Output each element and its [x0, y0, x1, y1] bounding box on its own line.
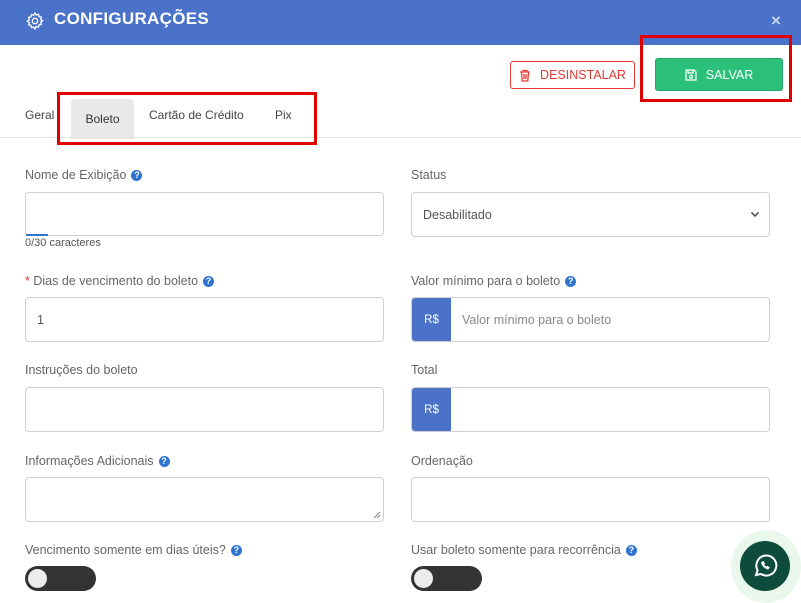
input-focus-indicator	[26, 234, 48, 236]
gear-icon	[26, 11, 44, 31]
total-input[interactable]: R$	[411, 387, 770, 432]
min-value-placeholder: Valor mínimo para o boleto	[462, 313, 612, 327]
business-days-toggle[interactable]	[25, 566, 96, 591]
additional-info-label: Informações Adicionais ?	[25, 454, 170, 468]
highlight-box-save	[640, 35, 792, 102]
modal-title: CONFIGURAÇÕES	[54, 9, 210, 28]
additional-info-textarea[interactable]	[25, 477, 384, 522]
display-name-label: Nome de Exibição ?	[25, 168, 143, 182]
display-name-input[interactable]	[25, 192, 384, 236]
toggle-knob	[414, 569, 433, 588]
business-days-label: Vencimento somente em dias úteis? ?	[25, 543, 242, 557]
close-button[interactable]: ×	[771, 11, 781, 31]
status-label: Status	[411, 168, 447, 182]
help-icon[interactable]: ?	[158, 455, 170, 467]
character-counter: 0/30 caracteres	[25, 237, 101, 249]
tab-geral[interactable]: Geral	[25, 108, 54, 122]
min-value-label: Valor mínimo para o boleto ?	[411, 274, 577, 288]
required-mark: *	[25, 274, 30, 288]
currency-prefix: R$	[412, 388, 451, 431]
min-value-input[interactable]: R$ Valor mínimo para o boleto	[411, 297, 770, 342]
due-days-label: * Dias de vencimento do boleto ?	[25, 274, 215, 288]
highlight-box-tabs	[57, 92, 317, 145]
help-icon[interactable]: ?	[230, 544, 242, 556]
uninstall-label: DESINSTALAR	[540, 68, 626, 82]
help-icon[interactable]: ?	[625, 544, 637, 556]
recurrence-only-label: Usar boleto somente para recorrência ?	[411, 543, 637, 557]
currency-prefix: R$	[412, 298, 451, 341]
help-icon[interactable]: ?	[565, 275, 577, 287]
uninstall-button[interactable]: DESINSTALAR	[510, 61, 635, 89]
whatsapp-button[interactable]	[740, 541, 790, 591]
instructions-input[interactable]	[25, 387, 384, 432]
whatsapp-icon	[754, 554, 778, 577]
help-icon[interactable]: ?	[131, 169, 143, 181]
due-days-input[interactable]: 1	[25, 297, 384, 342]
toggle-knob	[28, 569, 47, 588]
total-label: Total	[411, 363, 438, 377]
ordering-label: Ordenação	[411, 454, 473, 468]
status-select[interactable]: Desabilitado	[411, 192, 770, 237]
trash-icon	[520, 69, 531, 82]
resize-handle-icon[interactable]	[373, 511, 381, 519]
recurrence-only-toggle[interactable]	[411, 566, 482, 591]
ordering-input[interactable]	[411, 477, 770, 522]
help-icon[interactable]: ?	[203, 275, 215, 287]
instructions-label: Instruções do boleto	[25, 363, 138, 377]
chevron-down-icon	[750, 211, 760, 218]
